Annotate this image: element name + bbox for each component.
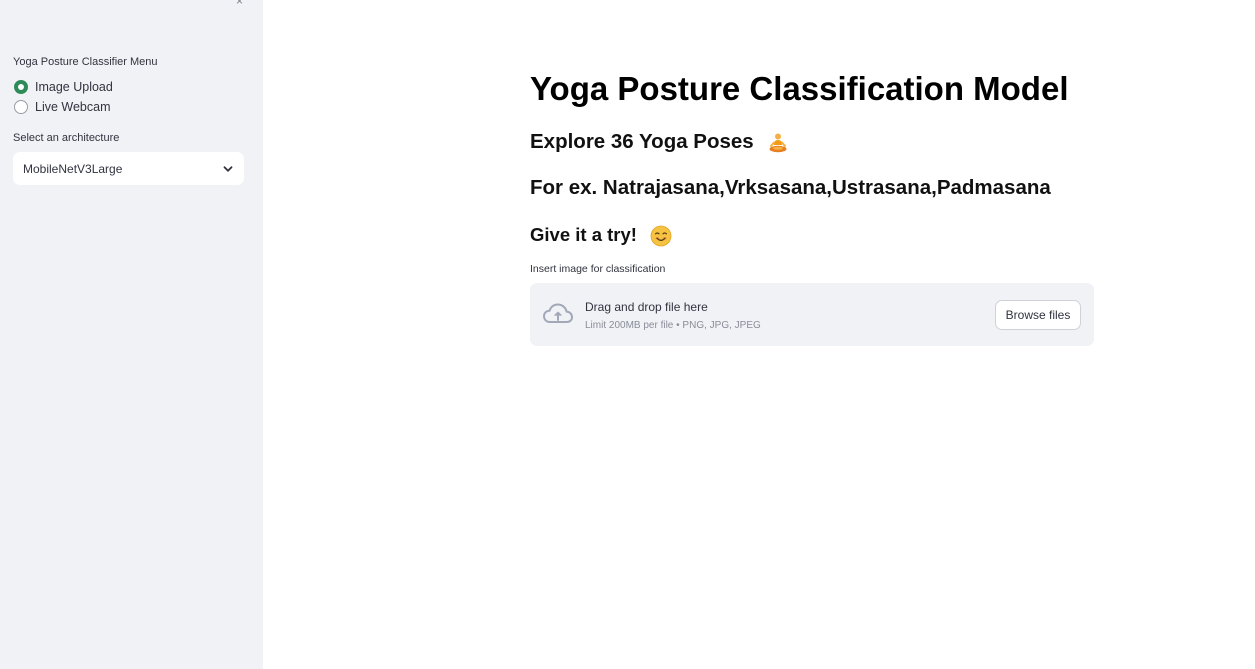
cloud-upload-icon bbox=[543, 303, 573, 323]
dropzone-limit: Limit 200MB per file • PNG, JPG, JPEG bbox=[585, 320, 761, 331]
meditation-emoji-icon bbox=[769, 133, 787, 152]
try-heading-text: Give it a try! bbox=[530, 224, 637, 245]
radio-image-upload[interactable]: Image Upload bbox=[14, 80, 113, 94]
radio-selected-indicator[interactable] bbox=[14, 80, 28, 94]
radio-unselected-indicator[interactable] bbox=[14, 100, 28, 114]
dropzone-instruction: Drag and drop file here bbox=[585, 300, 708, 314]
file-dropzone[interactable]: Drag and drop file here Limit 200MB per … bbox=[530, 283, 1094, 346]
explore-heading: Explore 36 Yoga Poses bbox=[530, 130, 789, 154]
page-title: Yoga Posture Classification Model bbox=[530, 70, 1069, 107]
explore-heading-text: Explore 36 Yoga Poses bbox=[530, 130, 754, 153]
smile-emoji-icon bbox=[650, 225, 672, 247]
architecture-label: Select an architecture bbox=[13, 132, 120, 144]
browse-files-button[interactable]: Browse files bbox=[995, 300, 1081, 330]
close-icon[interactable]: × bbox=[236, 0, 243, 8]
architecture-select[interactable]: MobileNetV3Large bbox=[13, 152, 244, 185]
radio-label-image-upload: Image Upload bbox=[35, 80, 113, 94]
try-heading: Give it a try! bbox=[530, 224, 672, 247]
architecture-select-value: MobileNetV3Large bbox=[23, 161, 123, 176]
sidebar: × Yoga Posture Classifier Menu Image Upl… bbox=[0, 0, 263, 669]
upload-label: Insert image for classification bbox=[530, 263, 666, 275]
radio-live-webcam[interactable]: Live Webcam bbox=[14, 100, 111, 114]
examples-heading: For ex. Natrajasana,Vrksasana,Ustrasana,… bbox=[530, 176, 1051, 199]
menu-title: Yoga Posture Classifier Menu bbox=[13, 56, 158, 68]
radio-label-live-webcam: Live Webcam bbox=[35, 100, 111, 114]
chevron-down-icon bbox=[223, 165, 233, 172]
